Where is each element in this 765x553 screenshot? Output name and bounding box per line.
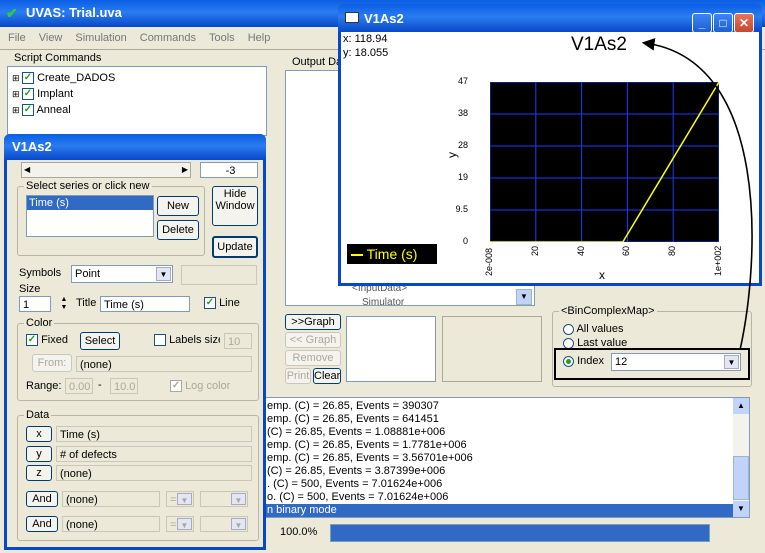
arrow-to-title [641, 37, 753, 351]
annotation-arrows [641, 37, 753, 351]
